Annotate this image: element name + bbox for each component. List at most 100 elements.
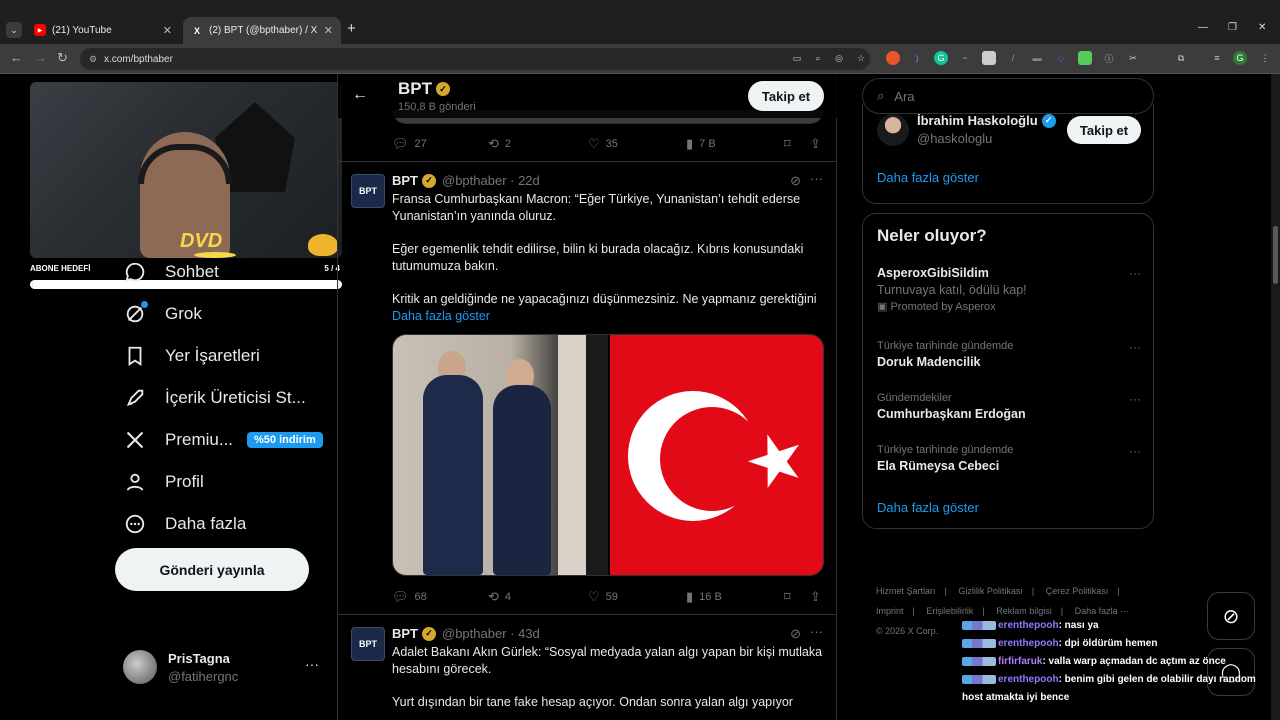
url-field[interactable]: ⚙ x.com/bpthaber bbox=[80, 48, 870, 70]
avatar[interactable] bbox=[877, 114, 909, 146]
extension-icon[interactable]: ▬ bbox=[1030, 51, 1044, 65]
author-handle[interactable]: @bpthaber · 43d bbox=[442, 626, 540, 641]
trend-item[interactable]: Türkiye tarihinde gündemde Ela Rümeysa C… bbox=[877, 444, 1143, 473]
trend-item[interactable]: AsperoxGibiSildim Turnuvaya katıl, ödülü… bbox=[877, 266, 1143, 313]
avatar[interactable]: BPT bbox=[351, 174, 385, 208]
extension-icon[interactable]: ) bbox=[910, 51, 924, 65]
more-icon[interactable]: ··· bbox=[1129, 444, 1141, 458]
bookmark-button[interactable]: ⌑ bbox=[784, 136, 797, 152]
search-input[interactable]: ⌕ Ara bbox=[862, 78, 1154, 114]
page-scrollbar[interactable] bbox=[1271, 74, 1280, 720]
more-icon[interactable]: ··· bbox=[1129, 340, 1141, 354]
nav-item-bookmarks[interactable]: Yer İşaretleri bbox=[115, 338, 335, 374]
extension-icon[interactable]: ◇ bbox=[1054, 51, 1068, 65]
share-button[interactable]: ⇪ bbox=[810, 136, 827, 152]
like-button[interactable]: ♡ 59 bbox=[588, 589, 618, 605]
nav-item-premium[interactable]: Premiu... %50 indirim bbox=[115, 422, 335, 458]
footer-link[interactable]: Çerez Politikası bbox=[1046, 586, 1109, 596]
share-button[interactable]: ⇪ bbox=[810, 589, 827, 605]
footer-link[interactable]: Reklam bilgisi bbox=[996, 606, 1052, 616]
maximize-button[interactable]: ❐ bbox=[1228, 22, 1237, 33]
kebab-menu-icon[interactable]: ⋮ bbox=[1258, 51, 1272, 65]
media-photo bbox=[393, 335, 608, 575]
reply-button[interactable]: 💬︎ 27 bbox=[392, 136, 427, 152]
media-icon[interactable]: ≡ bbox=[1210, 51, 1224, 65]
close-icon[interactable]: ✕ bbox=[324, 24, 333, 37]
repost-icon: ⟲ bbox=[488, 136, 499, 151]
show-more-link[interactable]: Daha fazla göster bbox=[392, 309, 490, 323]
like-button[interactable]: ♡ 35 bbox=[588, 136, 618, 152]
eye-off-icon[interactable]: ◎ bbox=[832, 51, 846, 65]
views-button[interactable]: ▮ 7 B bbox=[686, 136, 716, 152]
footer-link[interactable]: Daha fazla ··· bbox=[1075, 606, 1130, 616]
tweet[interactable]: BPT BPT ✓ @bpthaber · 43d ⊘ ··· Adalet B… bbox=[338, 615, 837, 720]
nav-item-chat[interactable]: Sohbet bbox=[115, 254, 335, 290]
extension-icon[interactable] bbox=[982, 51, 996, 65]
account-switcher[interactable]: PrisTagna @fatihergnc ··· bbox=[123, 648, 323, 688]
star-icon[interactable]: ☆ bbox=[854, 51, 868, 65]
footer-link[interactable]: Imprint bbox=[876, 606, 904, 616]
extension-icon[interactable] bbox=[886, 51, 900, 65]
avatar[interactable]: BPT bbox=[351, 627, 385, 661]
extension-icon[interactable] bbox=[1078, 51, 1092, 65]
cast-icon[interactable]: ▭ bbox=[790, 51, 804, 65]
new-tab-button[interactable]: + bbox=[347, 20, 356, 37]
repost-button[interactable]: ⟲ 2 bbox=[488, 136, 511, 152]
profile-title: BPT ✓ bbox=[398, 79, 450, 99]
trend-item[interactable]: Türkiye tarihinde gündemde Doruk Madenci… bbox=[877, 340, 1143, 369]
footer-link[interactable]: Gizlilik Politikası bbox=[958, 586, 1023, 596]
follow-button[interactable]: Takip et bbox=[748, 81, 824, 111]
trend-item[interactable]: Gündemdekiler Cumhurbaşkanı Erdoğan ··· bbox=[877, 392, 1143, 421]
grok-icon[interactable]: ⊘ bbox=[790, 173, 801, 189]
post-button[interactable]: Gönderi yayınla bbox=[115, 548, 309, 591]
zoom-icon[interactable]: ⌕ bbox=[811, 51, 825, 65]
profile-avatar-icon[interactable]: G bbox=[1233, 51, 1247, 65]
reload-icon[interactable]: ↻ bbox=[57, 50, 68, 66]
repost-button[interactable]: ⟲ 4 bbox=[488, 589, 511, 605]
nav-item-profile[interactable]: Profil bbox=[115, 464, 335, 500]
nav-item-more[interactable]: Daha fazla bbox=[115, 506, 335, 542]
tab-youtube[interactable]: ▶ (21) YouTube ✕ bbox=[26, 18, 180, 42]
more-icon[interactable]: ··· bbox=[1129, 266, 1141, 280]
footer-link[interactable]: Hizmet Şartları bbox=[876, 586, 936, 596]
back-arrow-icon[interactable]: ← bbox=[10, 50, 23, 65]
close-icon[interactable]: ✕ bbox=[163, 24, 172, 37]
author-name[interactable]: BPT bbox=[392, 626, 418, 641]
tweet-media[interactable] bbox=[392, 334, 824, 576]
grok-icon[interactable]: ⊘ bbox=[790, 626, 801, 642]
tweet[interactable]: BPT BPT ✓ @bpthaber · 22d ⊘ ··· Fransa C… bbox=[338, 162, 837, 614]
stream-chat-overlay: erenthepooh: nası ya erenthepooh: dpi öl… bbox=[962, 617, 1262, 707]
author-name[interactable]: BPT bbox=[392, 173, 418, 188]
extension-icon[interactable]: ✂ bbox=[1126, 51, 1140, 65]
extension-icon[interactable]: ⓘ bbox=[1102, 51, 1116, 65]
trend-context: Türkiye tarihinde gündemde bbox=[877, 340, 1014, 352]
suggested-user-name[interactable]: İbrahim Haskoloğlu ✓ bbox=[917, 113, 1056, 128]
extension-icon[interactable]: / bbox=[1006, 51, 1020, 65]
extension-icon[interactable]: ~ bbox=[958, 51, 972, 65]
tab-search-button[interactable]: ⌄ bbox=[6, 22, 22, 38]
reply-button[interactable]: 💬︎ 68 bbox=[392, 589, 427, 605]
follow-button[interactable]: Takip et bbox=[1067, 116, 1141, 144]
scrollbar-thumb[interactable] bbox=[1273, 226, 1278, 284]
nav-item-creator-studio[interactable]: İçerik Üreticisi St... bbox=[115, 380, 335, 416]
show-more-link[interactable]: Daha fazla göster bbox=[877, 170, 979, 185]
nav-item-grok[interactable]: Grok bbox=[115, 296, 335, 332]
forward-arrow-icon[interactable]: → bbox=[34, 50, 47, 65]
suggested-user-handle: @haskologlu bbox=[917, 131, 993, 146]
more-icon[interactable]: ··· bbox=[810, 624, 823, 639]
more-icon[interactable]: ··· bbox=[305, 656, 319, 672]
puzzle-icon[interactable]: ⧉ bbox=[1174, 51, 1188, 65]
show-more-link[interactable]: Daha fazla göster bbox=[877, 500, 979, 515]
tab-x-bpthaber[interactable]: X (2) BPT (@bpthaber) / X ✕ bbox=[183, 17, 341, 44]
back-arrow-icon[interactable]: ← bbox=[352, 86, 368, 104]
site-info-icon[interactable]: ⚙ bbox=[89, 54, 97, 65]
author-handle[interactable]: @bpthaber · 22d bbox=[442, 173, 540, 188]
more-icon[interactable]: ··· bbox=[810, 171, 823, 186]
bookmark-button[interactable]: ⌑ bbox=[784, 589, 797, 605]
more-icon[interactable]: ··· bbox=[1129, 392, 1141, 406]
close-window-button[interactable]: ✕ bbox=[1258, 22, 1266, 33]
footer-link[interactable]: Erişilebilirlik bbox=[926, 606, 973, 616]
extension-icon[interactable]: G bbox=[934, 51, 948, 65]
views-button[interactable]: ▮ 16 B bbox=[686, 589, 722, 605]
minimize-button[interactable]: — bbox=[1198, 22, 1208, 33]
